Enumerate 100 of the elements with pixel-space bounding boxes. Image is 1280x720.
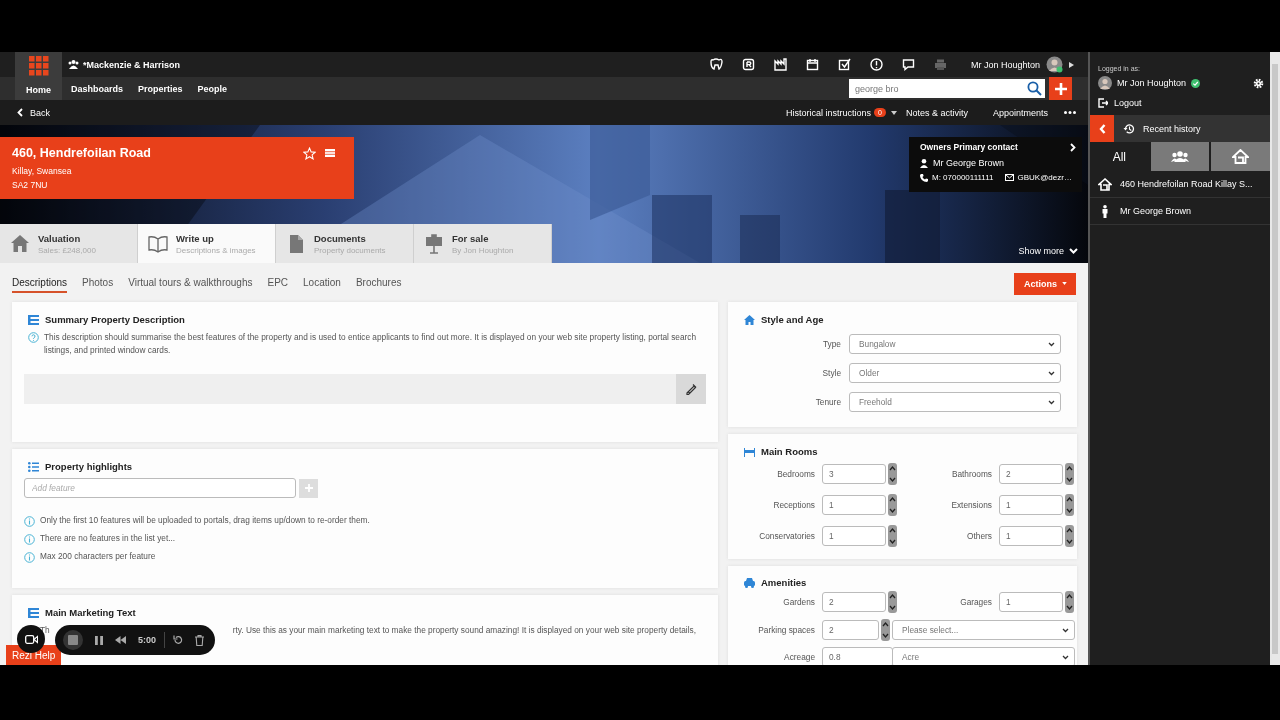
collapse-button[interactable] bbox=[1090, 115, 1114, 142]
number-field[interactable]: 1 bbox=[999, 526, 1063, 546]
bed-icon bbox=[744, 446, 755, 457]
subtab[interactable]: Photos bbox=[82, 274, 114, 293]
spinner-icon[interactable] bbox=[888, 591, 897, 613]
add-button[interactable] bbox=[1049, 77, 1072, 100]
edit-button[interactable] bbox=[676, 374, 706, 404]
email-address[interactable]: GBUK@dezr… bbox=[1017, 173, 1072, 182]
pause-icon[interactable] bbox=[95, 635, 103, 645]
spinner-icon[interactable] bbox=[1065, 494, 1074, 516]
verified-icon bbox=[1191, 78, 1201, 88]
show-more-button[interactable]: Show more bbox=[1018, 246, 1078, 256]
envelope-icon bbox=[1004, 174, 1014, 181]
star-icon[interactable] bbox=[303, 146, 316, 160]
card-title: Amenities bbox=[761, 577, 807, 588]
user-name[interactable]: Mr Jon Houghton bbox=[971, 59, 1041, 70]
chevron-right-icon[interactable] bbox=[1070, 142, 1076, 152]
help-icon bbox=[28, 332, 39, 343]
stop-button[interactable] bbox=[63, 630, 83, 650]
field-label: Type bbox=[822, 339, 841, 349]
filter-tab[interactable] bbox=[1209, 142, 1270, 171]
caret-icon bbox=[1069, 61, 1075, 68]
number-field[interactable]: 2 bbox=[999, 464, 1063, 484]
tooth-icon[interactable] bbox=[710, 58, 723, 71]
rewind-icon[interactable] bbox=[115, 636, 126, 644]
factory-icon[interactable] bbox=[774, 58, 787, 71]
toolbar-link[interactable]: Appointments bbox=[992, 107, 1048, 118]
reset-icon[interactable] bbox=[173, 635, 183, 645]
printer-icon[interactable] bbox=[934, 58, 947, 71]
select-field[interactable]: Acre bbox=[892, 647, 1075, 665]
number-field[interactable]: 1 bbox=[999, 495, 1063, 515]
back-button[interactable]: Back bbox=[17, 107, 50, 118]
info-text: There are no features in the list yet... bbox=[40, 532, 176, 545]
spinner-icon[interactable] bbox=[1065, 463, 1074, 485]
select-field[interactable]: Older bbox=[849, 363, 1061, 383]
logout-button[interactable]: Logout bbox=[1090, 90, 1142, 108]
spinner-icon[interactable] bbox=[888, 463, 897, 485]
caret-down-icon[interactable] bbox=[890, 110, 897, 115]
select-field[interactable]: Please select... bbox=[892, 620, 1075, 640]
spinner-icon[interactable] bbox=[881, 619, 890, 641]
home-tab[interactable]: Home bbox=[15, 52, 62, 100]
number-field[interactable]: 2 bbox=[822, 620, 879, 640]
user-name: Mr Jon Houghton bbox=[1117, 78, 1187, 88]
logout-icon bbox=[1098, 98, 1108, 108]
filter-tab[interactable] bbox=[1148, 142, 1210, 171]
field-label: Bathrooms bbox=[950, 469, 992, 479]
more-icon[interactable] bbox=[1064, 111, 1076, 114]
spinner-icon[interactable] bbox=[1065, 591, 1074, 613]
subtab[interactable]: Brochures bbox=[355, 274, 402, 293]
property-title: 460, Hendrefoilan Road bbox=[12, 146, 151, 160]
number-field[interactable]: 2 bbox=[822, 592, 886, 612]
text-editor-field[interactable] bbox=[24, 374, 706, 404]
list-icon[interactable] bbox=[325, 149, 335, 157]
toolbar-link[interactable]: Historical instructions bbox=[786, 107, 871, 118]
number-field[interactable]: 3 bbox=[822, 464, 886, 484]
spinner-icon[interactable] bbox=[888, 494, 897, 516]
select-field[interactable]: Bungalow bbox=[849, 334, 1061, 354]
nav-item[interactable]: People bbox=[197, 83, 228, 94]
actions-button[interactable]: Actions bbox=[1014, 272, 1076, 295]
text-field[interactable]: 0.8 bbox=[822, 647, 893, 665]
number-field[interactable]: 1 bbox=[822, 526, 886, 546]
settings-icon[interactable] bbox=[1253, 77, 1264, 89]
checkbox-icon[interactable] bbox=[838, 58, 851, 71]
subtab[interactable]: EPC bbox=[267, 274, 289, 293]
square-icon[interactable] bbox=[742, 58, 755, 71]
contact-heading: Owners Primary contact bbox=[920, 142, 1018, 152]
nav-item[interactable]: Dashboards bbox=[71, 83, 123, 94]
field-label: Receptions bbox=[772, 500, 815, 510]
app-grid-icon bbox=[28, 56, 49, 76]
nav-item[interactable]: Properties bbox=[138, 83, 183, 94]
field-label: Bedrooms bbox=[776, 469, 815, 479]
search-input[interactable]: george bro bbox=[855, 83, 1027, 94]
property-tab[interactable]: Write up Descriptions & images bbox=[138, 224, 276, 263]
people-icon bbox=[1171, 151, 1189, 162]
brand-name: *Mackenzie & Harrison bbox=[83, 59, 181, 70]
spinner-icon[interactable] bbox=[888, 525, 897, 547]
field-label: Others bbox=[966, 531, 992, 541]
calendar-icon[interactable] bbox=[806, 58, 819, 71]
text-lines-icon bbox=[28, 314, 39, 325]
alert-icon[interactable] bbox=[870, 58, 883, 71]
recent-history-label: Recent history bbox=[1143, 123, 1201, 134]
scrollbar[interactable] bbox=[1270, 52, 1280, 665]
contact-name[interactable]: Mr George Brown bbox=[933, 158, 1005, 168]
history-item[interactable]: 460 Hendrefoilan Road Killay S... bbox=[1090, 171, 1270, 198]
phone-number: M: 070000111111 bbox=[932, 173, 994, 182]
subtab[interactable]: Descriptions bbox=[12, 274, 68, 293]
number-field[interactable]: 1 bbox=[999, 592, 1063, 612]
feature-input[interactable]: Add feature bbox=[24, 478, 296, 498]
chevron-left-icon bbox=[17, 108, 23, 117]
number-field[interactable]: 1 bbox=[822, 495, 886, 515]
subtab[interactable]: Virtual tours & walkthroughs bbox=[128, 274, 253, 293]
toolbar-link[interactable]: Notes & activity bbox=[905, 107, 968, 118]
select-field[interactable]: Freehold bbox=[849, 392, 1061, 412]
trash-icon[interactable] bbox=[195, 634, 204, 646]
spinner-icon[interactable] bbox=[1065, 525, 1074, 547]
chat-icon[interactable] bbox=[902, 58, 915, 71]
subtab[interactable]: Location bbox=[303, 274, 341, 293]
avatar-icon[interactable] bbox=[1046, 56, 1064, 73]
book-icon bbox=[148, 233, 168, 254]
search-bar[interactable]: george bro bbox=[849, 79, 1045, 98]
